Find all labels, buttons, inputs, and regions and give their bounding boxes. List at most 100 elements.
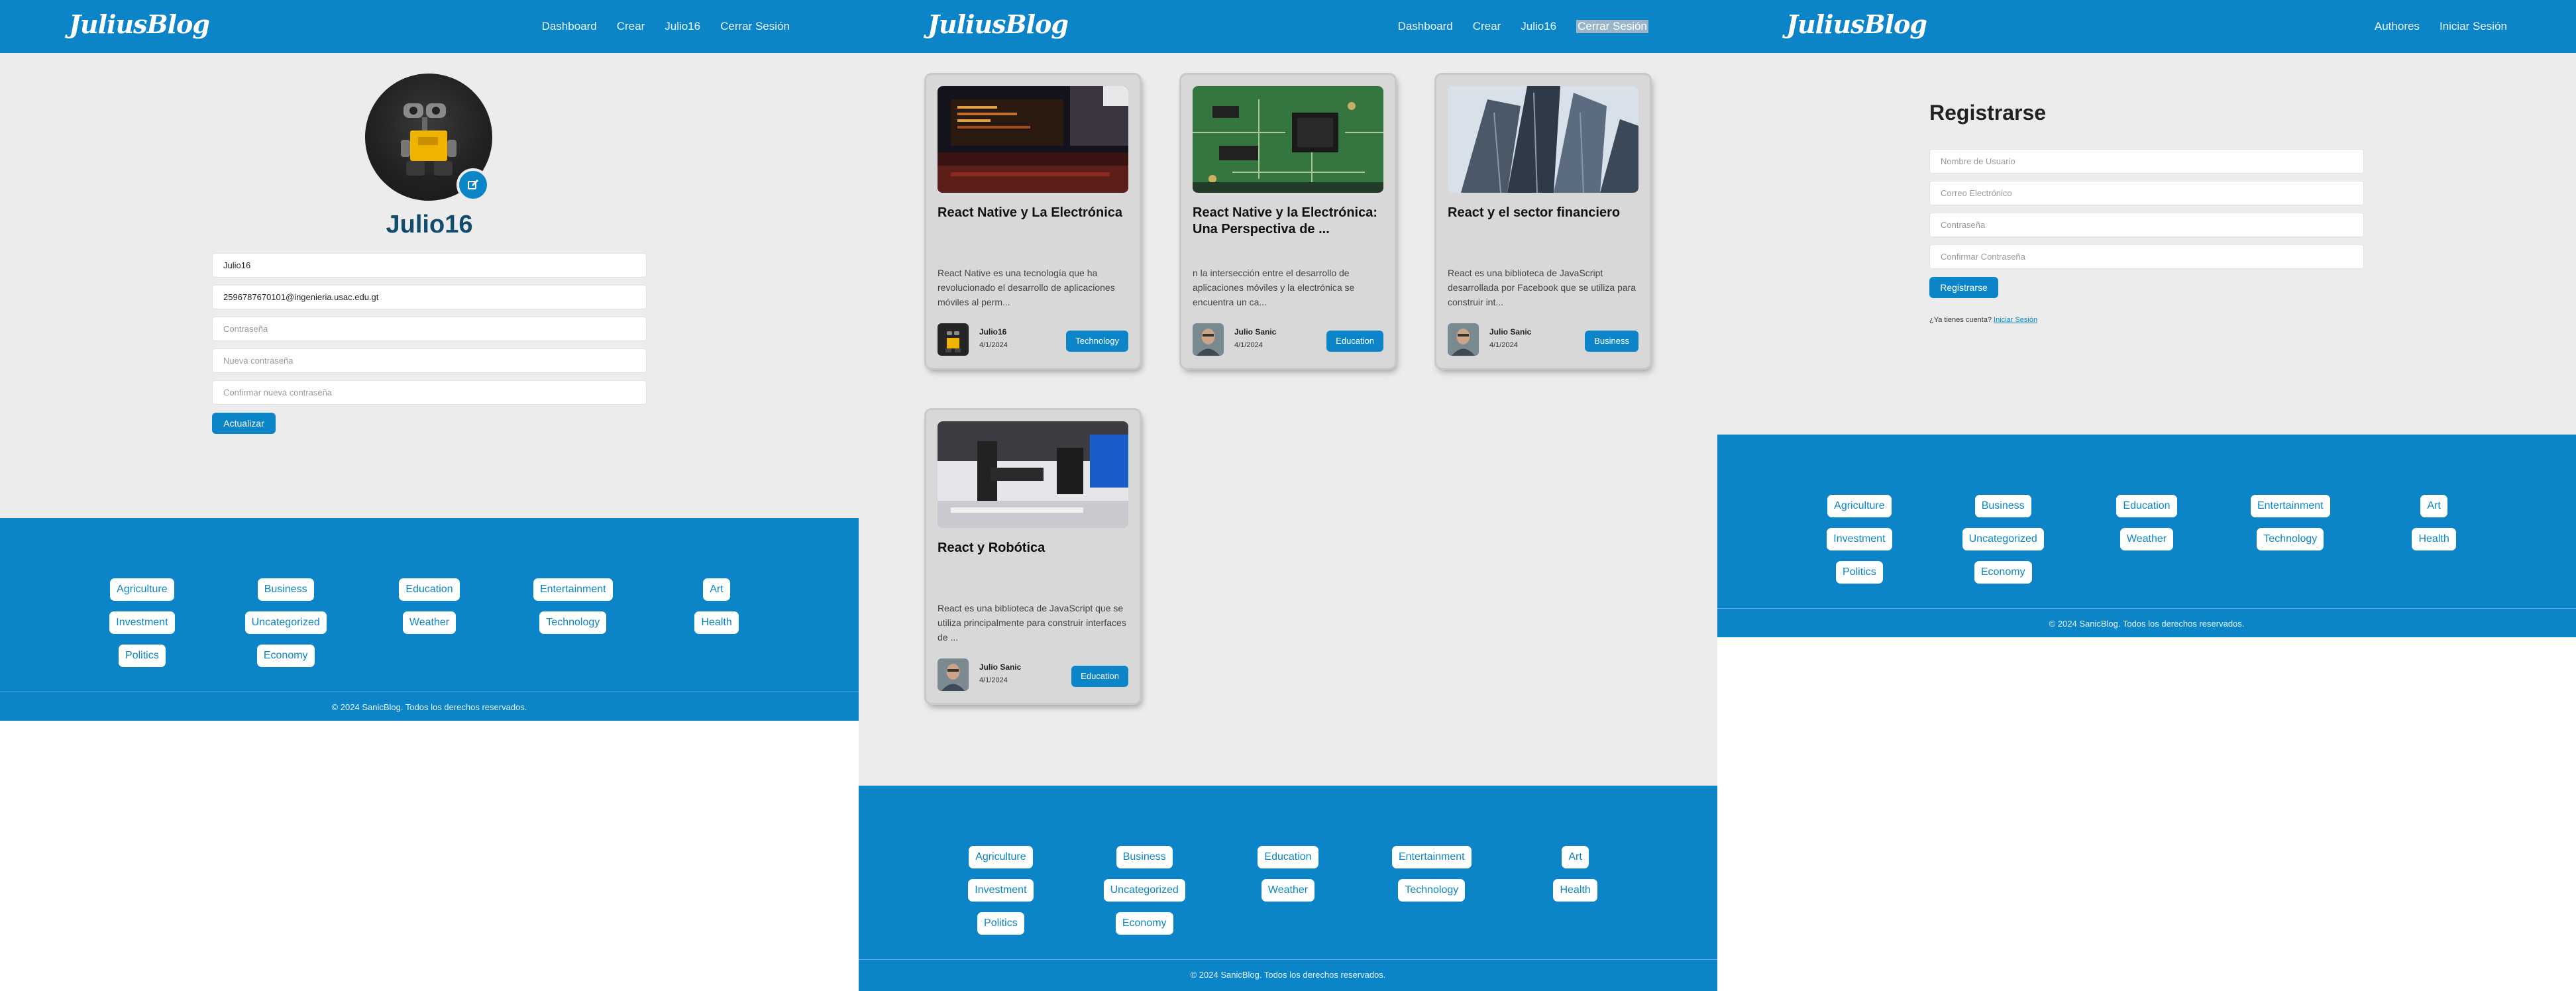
post-card[interactable]: React y Robótica React es una biblioteca… bbox=[926, 410, 1140, 703]
author-avatar bbox=[938, 658, 969, 691]
logo[interactable]: JuliusBlog bbox=[69, 9, 210, 39]
footer: Agriculture Business Education Entertain… bbox=[859, 786, 1717, 991]
category-tag[interactable]: Education bbox=[2116, 495, 2177, 517]
password-field[interactable] bbox=[212, 317, 647, 341]
edit-avatar-button[interactable] bbox=[456, 168, 490, 201]
post-excerpt: React Native es una tecnología que ha re… bbox=[938, 268, 1115, 307]
logo[interactable]: JuliusBlog bbox=[928, 9, 1069, 39]
category-tag[interactable]: Politics bbox=[1836, 561, 1883, 584]
register-title: Registrarse bbox=[1929, 101, 2047, 125]
category-tag[interactable]: Education bbox=[399, 578, 460, 601]
category-badge[interactable]: Technology bbox=[1066, 331, 1128, 352]
category-tag[interactable]: Economy bbox=[1115, 912, 1173, 935]
category-badge[interactable]: Education bbox=[1071, 666, 1128, 687]
category-tag[interactable]: Art bbox=[1562, 846, 1589, 868]
category-tag[interactable]: Uncategorized bbox=[1962, 528, 2044, 550]
category-tag[interactable]: Investment bbox=[109, 611, 175, 634]
nav-profile[interactable]: Julio16 bbox=[1521, 20, 1556, 33]
computer-screen-image bbox=[938, 86, 1128, 193]
post-excerpt: React es una biblioteca de JavaScript de… bbox=[1448, 268, 1637, 307]
category-tag[interactable]: Health bbox=[1553, 879, 1597, 902]
category-tag[interactable]: Technology bbox=[2257, 528, 2324, 550]
nav-logout[interactable]: Cerrar Sesión bbox=[720, 20, 790, 33]
post-title[interactable]: React Native y La Electrónica bbox=[938, 205, 1128, 221]
register-form bbox=[1929, 149, 2364, 276]
post-excerpt: React es una biblioteca de JavaScript qu… bbox=[938, 603, 1126, 643]
category-tag[interactable]: Weather bbox=[402, 611, 456, 634]
nav-crear[interactable]: Crear bbox=[617, 20, 645, 33]
category-tag[interactable]: Investment bbox=[968, 879, 1034, 902]
category-tag[interactable]: Entertainment bbox=[2250, 495, 2330, 517]
author-avatar bbox=[1448, 323, 1479, 356]
posts-content: React Native y La Electrónica React Nati… bbox=[859, 53, 1717, 786]
update-button[interactable]: Actualizar bbox=[212, 413, 276, 434]
post-date: 4/1/2024 bbox=[1234, 341, 1263, 349]
nav-crear[interactable]: Crear bbox=[1473, 20, 1501, 33]
post-title[interactable]: React Native y la Electrónica: Una Persp… bbox=[1193, 205, 1383, 238]
username-field[interactable] bbox=[212, 253, 647, 278]
post-excerpt: n la intersección entre el desarrollo de… bbox=[1193, 268, 1355, 307]
category-tag[interactable]: Business bbox=[1116, 846, 1173, 868]
profile-content: Julio16 Actualizar bbox=[0, 53, 859, 518]
post-date: 4/1/2024 bbox=[1489, 341, 1518, 349]
post-card[interactable]: React Native y la Electrónica: Una Persp… bbox=[1181, 75, 1395, 368]
post-title[interactable]: React y el sector financiero bbox=[1448, 205, 1638, 221]
category-tag[interactable]: Agriculture bbox=[110, 578, 174, 601]
nav-dashboard[interactable]: Dashboard bbox=[542, 20, 597, 33]
category-tag[interactable]: Economy bbox=[256, 645, 315, 667]
category-tag[interactable]: Agriculture bbox=[1827, 495, 1892, 517]
category-tag[interactable]: Entertainment bbox=[533, 578, 613, 601]
profile-form bbox=[212, 253, 647, 412]
category-tag[interactable]: Art bbox=[703, 578, 730, 601]
category-tag[interactable]: Education bbox=[1258, 846, 1318, 868]
category-tag[interactable]: Technology bbox=[539, 611, 607, 634]
nav-authors[interactable]: Authores bbox=[2375, 20, 2420, 33]
confirm-password-field[interactable] bbox=[1929, 244, 2364, 269]
register-button[interactable]: Registrarse bbox=[1929, 277, 1998, 298]
nav-dashboard[interactable]: Dashboard bbox=[1398, 20, 1453, 33]
footer: Agriculture Business Education Entertain… bbox=[1717, 435, 2576, 637]
category-tag[interactable]: Politics bbox=[119, 645, 166, 667]
category-tag[interactable]: Uncategorized bbox=[1103, 879, 1185, 902]
copyright: © 2024 SanicBlog. Todos los derechos res… bbox=[1190, 970, 1386, 980]
category-tag[interactable]: Agriculture bbox=[969, 846, 1033, 868]
category-tag[interactable]: Technology bbox=[1398, 879, 1466, 902]
category-tag[interactable]: Weather bbox=[2120, 528, 2174, 550]
category-tag[interactable]: Politics bbox=[977, 912, 1024, 935]
email-field[interactable] bbox=[1929, 181, 2364, 205]
post-title[interactable]: React y Robótica bbox=[938, 540, 1128, 556]
nav-login[interactable]: Iniciar Sesión bbox=[2440, 20, 2507, 33]
category-tag[interactable]: Weather bbox=[1261, 879, 1315, 902]
posts-page: JuliusBlog Dashboard Crear Julio16 Cerra… bbox=[859, 0, 1717, 991]
new-password-field[interactable] bbox=[212, 348, 647, 373]
category-tag[interactable]: Art bbox=[2420, 495, 2447, 517]
nav-profile[interactable]: Julio16 bbox=[665, 20, 700, 33]
author-name: Julio Sanic bbox=[1234, 327, 1277, 337]
category-tag[interactable]: Health bbox=[694, 611, 739, 634]
password-field[interactable] bbox=[1929, 213, 2364, 237]
robot-arm-image bbox=[938, 421, 1128, 528]
category-tag[interactable]: Business bbox=[1974, 495, 2031, 517]
category-tag[interactable]: Entertainment bbox=[1391, 846, 1472, 868]
footer-categories: Agriculture Business Education Entertain… bbox=[1788, 495, 2506, 584]
login-link[interactable]: Iniciar Sesión bbox=[1994, 316, 2037, 324]
skyscrapers-image bbox=[1448, 86, 1638, 193]
nav-logout[interactable]: Cerrar Sesión bbox=[1576, 20, 1648, 33]
profile-username: Julio16 bbox=[386, 211, 473, 238]
confirm-new-password-field[interactable] bbox=[212, 380, 647, 405]
username-field[interactable] bbox=[1929, 149, 2364, 174]
category-tag[interactable]: Investment bbox=[1827, 528, 1892, 550]
category-tag[interactable]: Health bbox=[2412, 528, 2456, 550]
footer-categories: Agriculture Business Education Entertain… bbox=[929, 846, 1647, 935]
category-tag[interactable]: Business bbox=[257, 578, 314, 601]
category-badge[interactable]: Education bbox=[1326, 331, 1383, 352]
category-badge[interactable]: Business bbox=[1585, 331, 1638, 352]
post-card[interactable]: React Native y La Electrónica React Nati… bbox=[926, 75, 1140, 368]
email-field[interactable] bbox=[212, 285, 647, 309]
navbar: JuliusBlog Dashboard Crear Julio16 Cerra… bbox=[859, 0, 1717, 53]
category-tag[interactable]: Economy bbox=[1974, 561, 2032, 584]
category-tag[interactable]: Uncategorized bbox=[244, 611, 327, 634]
copyright: © 2024 SanicBlog. Todos los derechos res… bbox=[2049, 619, 2245, 629]
post-card[interactable]: React y el sector financiero React es un… bbox=[1436, 75, 1650, 368]
logo[interactable]: JuliusBlog bbox=[1786, 9, 1927, 39]
